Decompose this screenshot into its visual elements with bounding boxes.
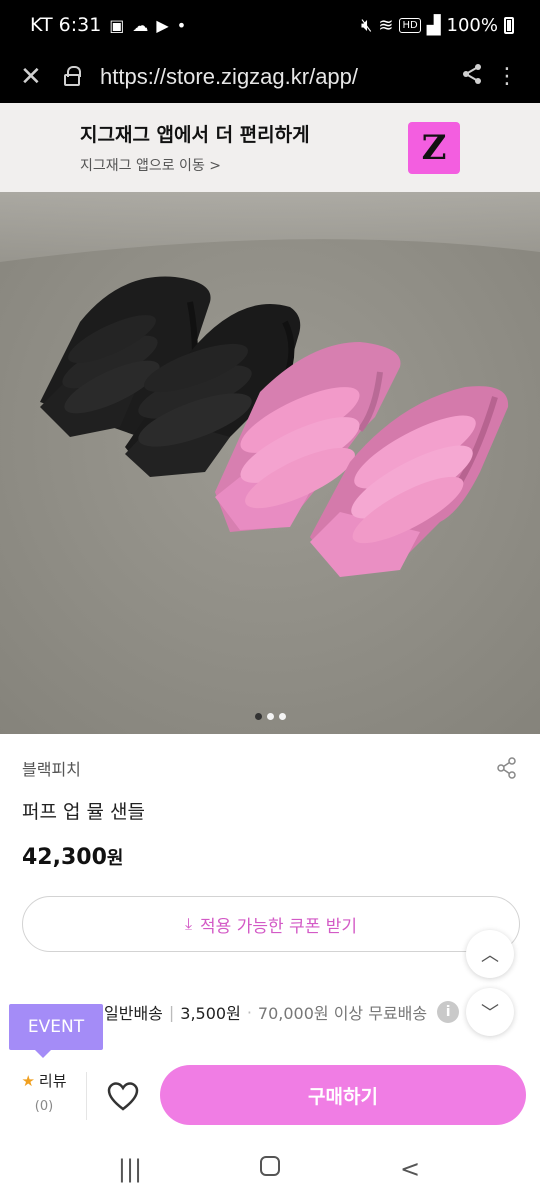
brand-name[interactable]: 블랙피치 <box>22 756 81 780</box>
price-unit: 원 <box>106 848 124 869</box>
back-icon[interactable]: < <box>380 1155 440 1183</box>
app-install-banner[interactable]: 지그재그 앱에서 더 편리하게 지그재그 앱으로 이동 > Z <box>0 103 540 192</box>
lock-icon[interactable] <box>64 65 100 86</box>
share-icon[interactable] <box>450 63 494 90</box>
scroll-up-button[interactable]: ︿ <box>466 930 514 978</box>
carousel-dot-2[interactable] <box>266 713 274 720</box>
hd-badge: HD <box>399 17 421 33</box>
zigzag-logo[interactable]: Z <box>408 121 460 174</box>
wifi-icon: ≋ <box>378 14 394 36</box>
status-left: KT 6:31 ▣ ☁ ▶ • <box>30 14 186 36</box>
youtube-icon: ▶ <box>156 15 169 35</box>
bottom-action-bar: ★ 리뷰 (0) 구매하기 <box>0 1058 540 1138</box>
product-image-carousel[interactable] <box>0 192 540 734</box>
coupon-button[interactable]: ⤓ 적용 가능한 쿠폰 받기 <box>22 896 520 952</box>
separator: | <box>168 1002 175 1022</box>
event-badge[interactable]: EVENT <box>9 1004 103 1058</box>
battery-percent: 100% <box>446 14 498 36</box>
home-icon[interactable] <box>240 1155 300 1183</box>
open-app-link[interactable]: 지그재그 앱으로 이동 > <box>80 155 408 175</box>
chevron-down-icon: ﹀ <box>481 1003 499 1024</box>
share-icon[interactable] <box>496 757 518 779</box>
gallery-icon: ▣ <box>109 15 125 35</box>
status-right: 🔇︎ ≋ HD ▟ 100% <box>361 15 514 36</box>
coupon-label: 적용 가능한 쿠폰 받기 <box>200 916 358 937</box>
star-icon: ★ <box>21 1071 35 1090</box>
close-icon[interactable]: ✕ <box>20 62 64 92</box>
cloud-icon: ☁ <box>132 15 149 35</box>
mute-icon: 🔇︎ <box>361 14 373 36</box>
download-icon: ⤓ <box>184 914 193 933</box>
shipping-type: 일반배송 <box>104 1004 163 1023</box>
review-button[interactable]: ★ 리뷰 (0) <box>14 1070 74 1115</box>
banner-text: 지그재그 앱에서 더 편리하게 지그재그 앱으로 이동 > <box>80 120 408 175</box>
separator: · <box>246 1002 252 1022</box>
shipping-info: 일반배송 | 3,500원 · 70,000원 이상 무료배송 i <box>104 1000 460 1024</box>
battery-icon <box>504 16 514 34</box>
url-text[interactable]: https://store.zigzag.kr/app/ <box>100 64 450 90</box>
heart-icon[interactable] <box>106 1080 140 1114</box>
system-nav-bar: ||| < <box>0 1138 540 1200</box>
dot-icon: • <box>176 15 187 35</box>
divider <box>86 1072 87 1120</box>
carousel-dots <box>0 713 540 720</box>
free-shipping-condition: 70,000원 이상 무료배송 <box>257 1004 428 1023</box>
product-name: 퍼프 업 뮬 샌들 <box>22 801 145 823</box>
product-photo <box>0 192 540 734</box>
status-bar: KT 6:31 ▣ ☁ ▶ • 🔇︎ ≋ HD ▟ 100% <box>0 0 540 50</box>
review-count: (0) <box>34 1099 54 1114</box>
brand-row: 블랙피치 <box>22 756 518 780</box>
review-top: ★ 리뷰 <box>14 1070 74 1091</box>
banner-title: 지그재그 앱에서 더 편리하게 <box>80 124 310 146</box>
review-label: 리뷰 <box>38 1072 67 1090</box>
signal-icon: ▟ <box>426 14 441 36</box>
carousel-dot-3[interactable] <box>278 713 286 720</box>
carrier-time: KT 6:31 <box>30 14 102 36</box>
more-menu-icon[interactable]: ⋮ <box>494 64 520 89</box>
price-value: 42,300 <box>22 845 107 870</box>
info-icon[interactable]: i <box>437 1001 460 1023</box>
buy-button[interactable]: 구매하기 <box>160 1065 526 1125</box>
recents-icon[interactable]: ||| <box>100 1155 160 1183</box>
chevron-up-icon: ︿ <box>481 945 499 966</box>
carousel-dot-1[interactable] <box>254 713 262 720</box>
scroll-down-button[interactable]: ﹀ <box>466 988 514 1036</box>
shipping-fee: 3,500원 <box>180 1004 241 1023</box>
product-price: 42,300원 <box>22 844 123 870</box>
browser-toolbar: ✕ https://store.zigzag.kr/app/ ⋮ <box>0 50 540 103</box>
